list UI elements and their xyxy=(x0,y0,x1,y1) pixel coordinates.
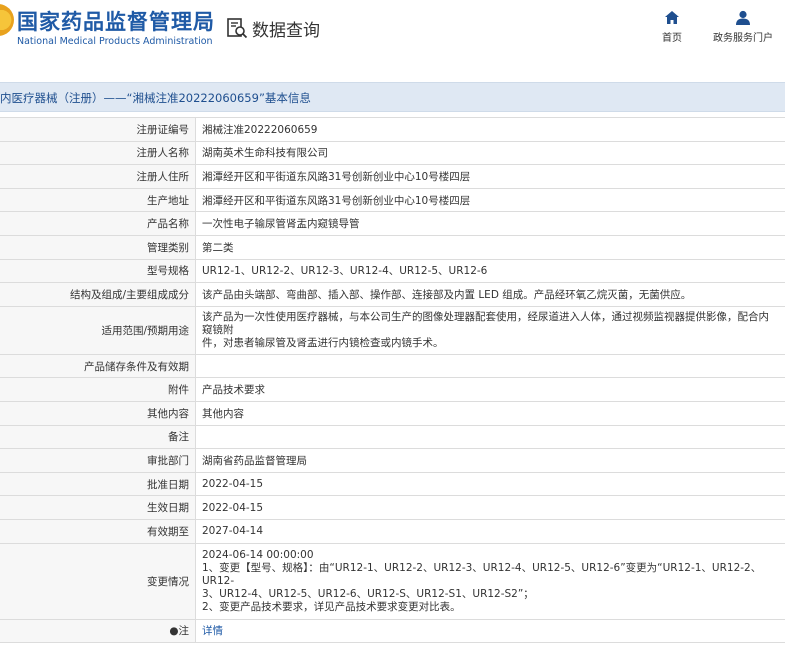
data-query-label: 数据查询 xyxy=(252,20,320,41)
field-label: 注册人名称 xyxy=(0,140,196,166)
nav-home-label: 首页 xyxy=(662,33,682,44)
table-row: 注册人住所 湘潭经开区和平街道东风路31号创新创业中心10号楼四层 xyxy=(0,164,785,189)
data-search-icon xyxy=(227,18,248,39)
home-icon xyxy=(665,11,679,24)
registration-detail-table: 注册证编号 湘械注准20222060659 注册人名称 湖南英术生命科技有限公司… xyxy=(0,117,785,644)
field-label: 其他内容 xyxy=(0,400,196,426)
field-label: 有效期至 xyxy=(0,518,196,544)
field-value: UR12-1、UR12-2、UR12-3、UR12-4、UR12-5、UR12-… xyxy=(195,258,785,284)
field-value-line: 2024-06-14 00:00:00 xyxy=(202,548,314,561)
field-label: 备注 xyxy=(0,424,196,450)
field-value-line: 1、变更【型号、规格】：由“UR12-1、UR12-2、UR12-3、UR12-… xyxy=(202,561,762,587)
field-value: 一次性电子输尿管肾盂内窥镜导管 xyxy=(195,211,785,236)
table-row: 适用范围/预期用途 该产品为一次性使用医疗器械，与本公司生产的图像处理器配套使用… xyxy=(0,305,785,355)
field-label: 批准日期 xyxy=(0,471,196,497)
field-value: 产品技术要求 xyxy=(195,377,785,402)
field-label: 注册人住所 xyxy=(0,164,196,189)
field-value: 湘潭经开区和平街道东风路31号创新创业中心10号楼四层 xyxy=(195,187,785,213)
field-value xyxy=(195,353,785,379)
field-value: 该产品为一次性使用医疗器械，与本公司生产的图像处理器配套使用，经尿道进入人体，通… xyxy=(195,305,785,355)
field-value: 2022-04-15 xyxy=(195,495,785,520)
table-row: 管理类别 第二类 xyxy=(0,234,785,260)
field-label: 变更情况 xyxy=(0,542,196,620)
nmpa-emblem-icon xyxy=(0,4,14,36)
table-row: 产品储存条件及有效期 xyxy=(0,353,785,379)
field-label: 生产地址 xyxy=(0,187,196,213)
field-value: 湘潭经开区和平街道东风路31号创新创业中心10号楼四层 xyxy=(195,164,785,189)
field-value: 第二类 xyxy=(195,234,785,260)
field-value: 2022-04-15 xyxy=(195,471,785,497)
table-row: 审批部门 湖南省药品监督管理局 xyxy=(0,448,785,473)
table-row: 变更情况 2024-06-14 00:00:00 1、变更【型号、规格】：由“U… xyxy=(0,542,785,620)
field-value: 湘械注准20222060659 xyxy=(195,117,785,142)
field-label: 附件 xyxy=(0,377,196,402)
field-value: 其他内容 xyxy=(195,400,785,426)
record-title: 内医疗器械（注册）——“湘械注准20222060659”基本信息 xyxy=(0,91,311,105)
field-value: 湖南英术生命科技有限公司 xyxy=(195,140,785,166)
table-row: 备注 xyxy=(0,424,785,450)
field-value-line: 3、UR12-4、UR12-5、UR12-6、UR12-S、UR12-S1、UR… xyxy=(202,587,534,600)
field-value-line: 2、变更产品技术要求，详见产品技术要求变更对比表。 xyxy=(202,600,461,613)
table-row: 结构及组成/主要组成成分 该产品由头端部、弯曲部、插入部、操作部、连接部及内置 … xyxy=(0,282,785,307)
table-row: 批准日期 2022-04-15 xyxy=(0,471,785,497)
nav-gov-label: 政务服务门户 xyxy=(713,33,773,44)
site-logo-subtitle: National Medical Products Administration xyxy=(17,36,213,47)
field-value: 2024-06-14 00:00:00 1、变更【型号、规格】：由“UR12-1… xyxy=(195,542,785,620)
user-icon xyxy=(736,10,750,25)
table-row: 有效期至 2027-04-14 xyxy=(0,518,785,544)
field-label: 适用范围/预期用途 xyxy=(0,305,196,355)
table-row: 产品名称 一次性电子输尿管肾盂内窥镜导管 xyxy=(0,211,785,236)
record-title-bar: 内医疗器械（注册）——“湘械注准20222060659”基本信息 xyxy=(0,82,785,112)
field-label: 管理类别 xyxy=(0,234,196,260)
data-query-heading: 数据查询 xyxy=(226,16,320,41)
site-header: 国家药品监督管理局 National Medical Products Admi… xyxy=(0,0,785,60)
field-label: 生效日期 xyxy=(0,495,196,520)
field-label: ●注 xyxy=(0,618,196,644)
field-value-line: 该产品为一次性使用医疗器械，与本公司生产的图像处理器配套使用，经尿道进入人体，通… xyxy=(202,310,769,336)
field-label: 注册证编号 xyxy=(0,117,196,142)
nav-gov-portal[interactable]: 政务服务门户 xyxy=(708,10,778,44)
field-value: 湖南省药品监督管理局 xyxy=(195,448,785,473)
field-label: 产品名称 xyxy=(0,211,196,236)
table-row: 型号规格 UR12-1、UR12-2、UR12-3、UR12-4、UR12-5、… xyxy=(0,258,785,284)
table-row: 附件 产品技术要求 xyxy=(0,377,785,402)
table-row: 其他内容 其他内容 xyxy=(0,400,785,426)
field-label: 产品储存条件及有效期 xyxy=(0,353,196,379)
field-value: 详情 xyxy=(195,618,785,644)
table-row: 注册证编号 湘械注准20222060659 xyxy=(0,117,785,142)
field-value: 该产品由头端部、弯曲部、插入部、操作部、连接部及内置 LED 组成。产品经环氧乙… xyxy=(195,282,785,307)
field-label: 结构及组成/主要组成成分 xyxy=(0,282,196,307)
field-value-line: 件，对患者输尿管及肾盂进行内镜检查或内镜手术。 xyxy=(202,336,444,349)
table-row: 生产地址 湘潭经开区和平街道东风路31号创新创业中心10号楼四层 xyxy=(0,187,785,213)
table-row: 生效日期 2022-04-15 xyxy=(0,495,785,520)
nav-home[interactable]: 首页 xyxy=(656,10,688,44)
table-row: 注册人名称 湖南英术生命科技有限公司 xyxy=(0,140,785,166)
site-logo-title[interactable]: 国家药品监督管理局 xyxy=(17,6,215,36)
table-row: ●注 详情 xyxy=(0,618,785,644)
field-value xyxy=(195,424,785,450)
field-value: 2027-04-14 xyxy=(195,518,785,544)
field-label: 型号规格 xyxy=(0,258,196,284)
details-link[interactable]: 详情 xyxy=(202,625,223,637)
field-label: 审批部门 xyxy=(0,448,196,473)
